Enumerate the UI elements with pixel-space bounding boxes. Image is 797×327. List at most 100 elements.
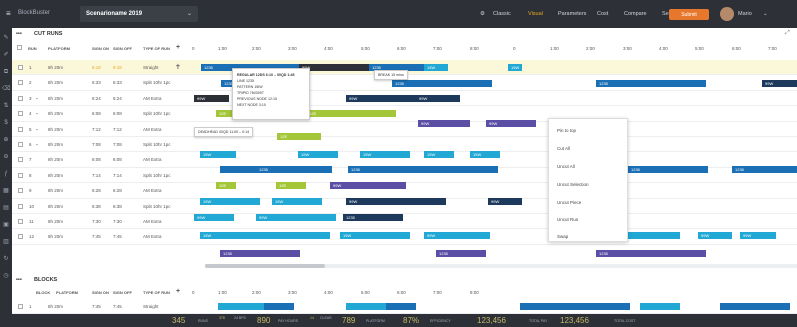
run-piece[interactable]: 1235 (628, 166, 708, 173)
run-piece[interactable]: 99W (330, 182, 406, 189)
scrollbar-thumb[interactable] (205, 264, 325, 268)
row-checkbox[interactable] (18, 304, 23, 309)
col-platform[interactable]: PLATFORM (56, 290, 78, 295)
table-row[interactable]: 11 8h 20m 7:30 7:30 AM Extra (12, 214, 797, 230)
block-piece[interactable] (520, 303, 580, 310)
row-checkbox[interactable] (18, 126, 23, 132)
row-checkbox[interactable] (18, 80, 23, 86)
col-platform[interactable]: PLATFORM (48, 46, 70, 51)
run-piece[interactable]: 99W (740, 232, 776, 239)
block-piece[interactable] (218, 303, 264, 310)
run-piece[interactable]: 99W (346, 198, 386, 205)
run-piece[interactable]: 99W (486, 120, 536, 127)
run-piece[interactable]: 15W (424, 64, 448, 71)
grid-icon[interactable]: ▦ (2, 187, 10, 195)
layout-icon[interactable]: ▥ (2, 238, 10, 246)
run-piece[interactable] (386, 198, 446, 205)
run-piece[interactable]: 12E (216, 182, 236, 189)
add-column-icon[interactable]: + (176, 44, 180, 51)
refresh-icon[interactable]: ↻ (2, 255, 10, 263)
tab-visual[interactable]: Visual (528, 11, 543, 17)
submit-button[interactable]: Submit (669, 9, 709, 20)
col-sign-off[interactable]: SIGN OFF (113, 46, 132, 51)
run-piece[interactable]: 1235 (392, 80, 492, 87)
row-checkbox[interactable] (18, 172, 23, 178)
run-piece[interactable]: 99W (418, 120, 470, 127)
run-piece[interactable]: 99W (762, 80, 797, 87)
row-checkbox[interactable] (18, 65, 23, 70)
add-column-icon[interactable]: + (176, 288, 180, 295)
col-sign-on[interactable]: SIGN ON (92, 46, 109, 51)
add-icon[interactable]: ⊕ (2, 136, 10, 144)
tab-classic[interactable]: Classic (493, 11, 511, 17)
block-icon[interactable]: ▤ (2, 204, 10, 212)
run-piece[interactable]: 1235 (436, 250, 486, 257)
calendar-icon[interactable]: ▣ (2, 221, 10, 229)
user-chevron-icon[interactable]: ⌄ (763, 11, 768, 17)
menu-item-uncut-piece[interactable]: Uncut Piece (557, 200, 581, 205)
run-piece[interactable]: 99W (194, 95, 229, 102)
clock-icon[interactable]: ◷ (2, 272, 10, 280)
copy-icon[interactable]: ⧉ (2, 68, 10, 76)
run-piece[interactable]: 99W (256, 214, 336, 221)
run-piece[interactable] (376, 95, 416, 102)
scenario-selector[interactable]: Scenarioname 2019 ⌄ (80, 6, 198, 22)
row-checkbox[interactable] (18, 157, 23, 163)
menu-item-cut-all[interactable]: Cut All (557, 146, 570, 151)
run-piece[interactable]: 15W (424, 151, 454, 158)
run-piece[interactable] (339, 64, 369, 71)
tab-compare[interactable]: Compare (624, 11, 647, 17)
block-piece[interactable] (580, 303, 630, 310)
run-piece[interactable]: 99W (698, 232, 732, 239)
remove-icon[interactable]: ⊖ (2, 153, 10, 161)
col-run[interactable]: RUN (28, 46, 37, 51)
run-piece[interactable]: 15W (340, 232, 410, 239)
run-piece[interactable]: 15W (298, 151, 338, 158)
run-piece[interactable]: 99W (194, 214, 234, 221)
run-piece[interactable]: 1235 (348, 166, 498, 173)
run-piece[interactable]: 1235 (220, 250, 300, 257)
col-sign-off[interactable]: SIGN OFF (113, 290, 132, 295)
pencil-icon[interactable]: ✎ (2, 34, 10, 42)
run-piece[interactable]: 15W (200, 198, 260, 205)
menu-item-swap[interactable]: Swap (557, 234, 568, 239)
run-piece[interactable]: 99W (488, 198, 522, 205)
run-piece[interactable]: 15W (200, 232, 250, 239)
run-piece[interactable]: 12E (277, 133, 321, 140)
row-checkbox[interactable] (18, 203, 23, 209)
run-piece[interactable]: 15W (200, 151, 236, 158)
row-checkbox[interactable] (18, 95, 23, 101)
col-sign-on[interactable]: SIGN ON (92, 290, 109, 295)
menu-item-uncut-all[interactable]: Uncut All (557, 164, 575, 169)
run-piece[interactable]: 1235 (732, 166, 797, 173)
row-checkbox[interactable] (18, 111, 23, 117)
select-all-checkbox[interactable] (17, 45, 22, 50)
run-piece[interactable]: 12E (276, 182, 306, 189)
dollar-icon[interactable]: $ (2, 119, 10, 127)
run-piece[interactable]: 1235 (596, 250, 706, 257)
avatar[interactable] (720, 7, 734, 21)
menu-item-uncut-selection[interactable]: Uncut Selection (557, 182, 589, 187)
expand-icon[interactable]: ⤢ (785, 30, 790, 37)
col-type[interactable]: TYPE OF RUN (143, 46, 170, 51)
block-piece[interactable] (386, 303, 416, 310)
run-piece[interactable]: 99W (346, 95, 376, 102)
user-name[interactable]: Mario (738, 11, 752, 17)
run-piece[interactable]: 15W (508, 64, 522, 71)
col-type[interactable]: TYPE OF RUN (143, 290, 170, 295)
table-row[interactable]: 5 ▪ 8h 20m 7:12 7:12 AM Extra (12, 122, 797, 137)
split-icon[interactable]: ⇅ (2, 102, 10, 110)
pin-icon[interactable]: ✝ (175, 63, 181, 71)
function-icon[interactable]: ƒ (2, 170, 10, 178)
row-checkbox[interactable] (18, 188, 23, 194)
row-checkbox[interactable] (18, 234, 23, 240)
table-row[interactable]: 4 ▪ 8h 20m 6:08 6:08 Split 10hr 1pc (12, 106, 797, 122)
edit-icon[interactable]: ✐ (2, 51, 10, 59)
blocks-menu-icon[interactable]: ••• (16, 277, 22, 283)
block-piece[interactable] (264, 303, 294, 310)
run-piece[interactable] (250, 232, 330, 239)
block-piece[interactable] (720, 303, 790, 310)
block-piece[interactable] (346, 303, 386, 310)
row-checkbox[interactable] (18, 142, 23, 147)
run-piece[interactable]: 99W (424, 232, 490, 239)
